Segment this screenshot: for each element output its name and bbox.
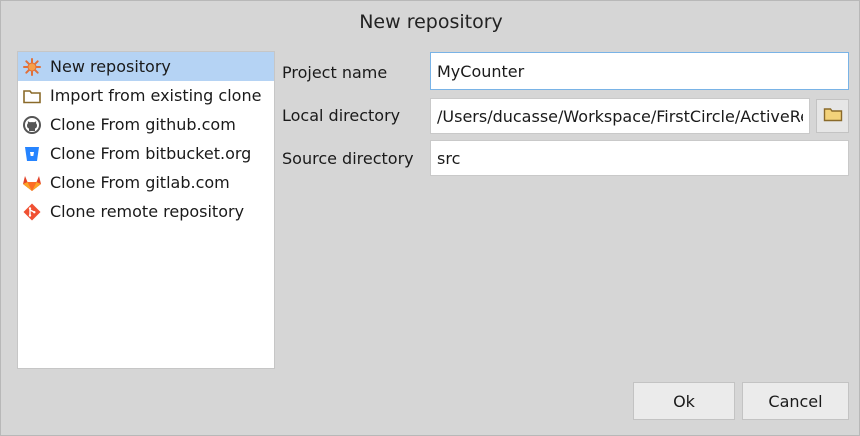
folder-icon [823, 106, 843, 126]
new-repository-icon [22, 57, 42, 77]
project-name-label: Project name [282, 63, 388, 82]
local-directory-label: Local directory [282, 106, 401, 125]
project-name-input[interactable] [430, 52, 849, 90]
sidebar-item-import-from-existing-clone[interactable]: Import from existing clone [18, 81, 274, 110]
sidebar-item-label: Import from existing clone [50, 86, 262, 105]
sidebar-item-label: Clone From gitlab.com [50, 173, 230, 192]
sidebar-item-label: Clone From bitbucket.org [50, 144, 252, 163]
local-directory-input[interactable] [430, 98, 810, 134]
sidebar-item-label: Clone From github.com [50, 115, 236, 134]
sidebar-item-new-repository[interactable]: New repository [18, 52, 274, 81]
sidebar-item-label: Clone remote repository [50, 202, 245, 221]
source-directory-input[interactable] [430, 140, 849, 176]
sidebar-item-label: New repository [50, 57, 171, 76]
git-icon [22, 202, 42, 222]
dialog-title: New repository [359, 11, 503, 33]
cancel-button[interactable]: Cancel [742, 382, 849, 420]
gitlab-icon [22, 173, 42, 193]
new-repository-dialog: New repository New repository Import fro… [0, 0, 860, 436]
source-directory-label: Source directory [282, 149, 414, 168]
sidebar-item-clone-from-bitbucket[interactable]: Clone From bitbucket.org [18, 139, 274, 168]
sidebar-item-clone-from-github[interactable]: Clone From github.com [18, 110, 274, 139]
browse-directory-button[interactable] [816, 99, 849, 133]
sidebar-item-clone-remote-repository[interactable]: Clone remote repository [18, 197, 274, 226]
bitbucket-icon [22, 144, 42, 164]
github-icon [22, 115, 42, 135]
repository-source-list[interactable]: New repository Import from existing clon… [17, 51, 275, 369]
ok-button[interactable]: Ok [633, 382, 735, 420]
sidebar-item-clone-from-gitlab[interactable]: Clone From gitlab.com [18, 168, 274, 197]
folder-icon [22, 86, 42, 106]
